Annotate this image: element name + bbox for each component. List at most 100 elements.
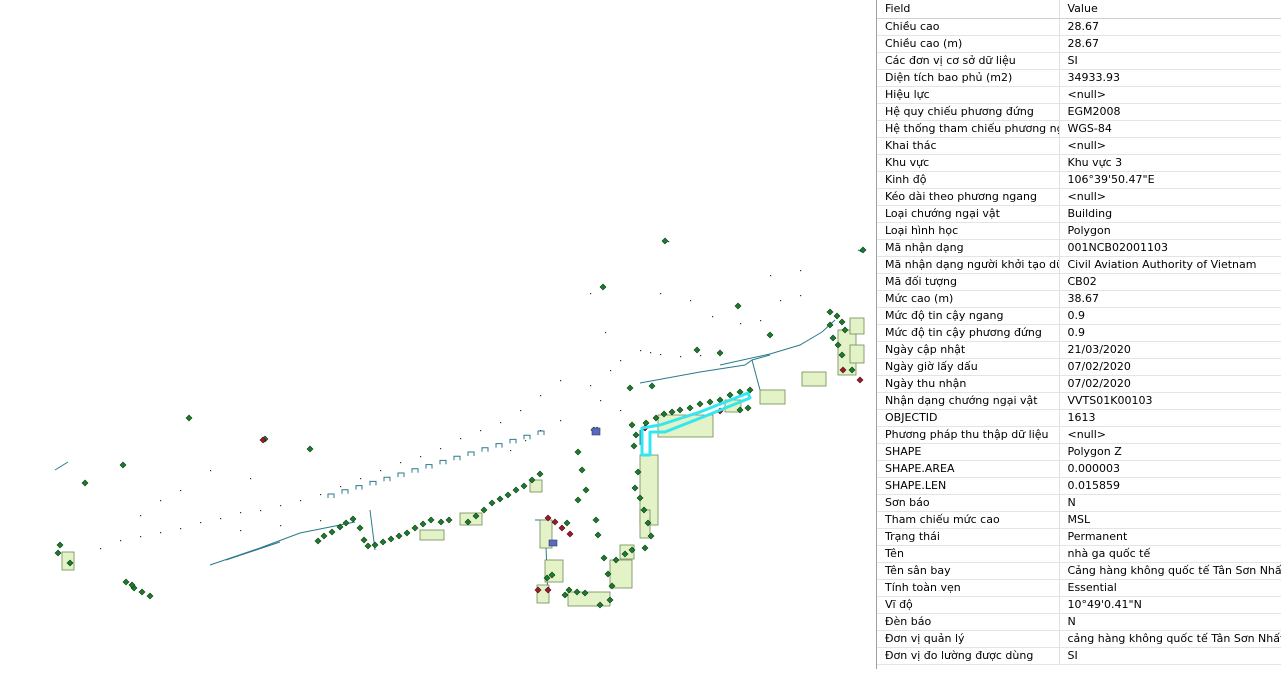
map-dot xyxy=(770,275,772,277)
attribute-value[interactable]: 07/02/2020 xyxy=(1058,375,1281,393)
attribute-row[interactable]: Mức cao (m) 38.67 xyxy=(877,290,1281,308)
attribute-row[interactable]: Phương pháp thu thập dữ liệu <null> xyxy=(877,426,1281,444)
map-view[interactable] xyxy=(0,0,876,669)
map-dot xyxy=(280,505,282,507)
attribute-value[interactable]: <null> xyxy=(1058,86,1281,104)
attribute-row[interactable]: Sơn báo N xyxy=(877,494,1281,512)
attribute-value[interactable]: SI xyxy=(1058,52,1281,70)
attribute-value[interactable]: cảng hàng không quốc tế Tân Sơn Nhất xyxy=(1058,630,1281,648)
attribute-value[interactable]: N xyxy=(1058,494,1281,512)
attribute-value[interactable]: <null> xyxy=(1058,137,1281,155)
attribute-value[interactable]: MSL xyxy=(1058,511,1281,529)
attribute-row[interactable]: Kéo dài theo phương ngang <null> xyxy=(877,188,1281,206)
attribute-row[interactable]: SHAPE.LEN 0.015859 xyxy=(877,477,1281,495)
attribute-value[interactable]: Cảng hàng không quốc tế Tân Sơn Nhất xyxy=(1058,562,1281,580)
attribute-value[interactable]: nhà ga quốc tế xyxy=(1058,545,1281,563)
attribute-value[interactable]: Civil Aviation Authority of Vietnam xyxy=(1058,256,1281,274)
attribute-value[interactable]: <null> xyxy=(1058,426,1281,444)
attribute-row[interactable]: Hệ quy chiếu phương đứng EGM2008 xyxy=(877,103,1281,121)
attribute-value[interactable]: CB02 xyxy=(1058,273,1281,291)
attribute-value[interactable]: 0.015859 xyxy=(1058,477,1281,495)
attribute-row[interactable]: Mã đối tượng CB02 xyxy=(877,273,1281,291)
attribute-row[interactable]: Đèn báo N xyxy=(877,613,1281,631)
attribute-value[interactable]: <null> xyxy=(1058,188,1281,206)
attribute-value[interactable]: Building xyxy=(1058,205,1281,223)
attribute-row[interactable]: Đơn vị đo lường được dùng SI xyxy=(877,647,1281,665)
map-dots xyxy=(100,241,802,550)
map-tree-marker xyxy=(561,591,569,599)
attribute-value[interactable]: EGM2008 xyxy=(1058,103,1281,121)
map-tree-marker xyxy=(766,331,774,339)
attribute-row[interactable]: Mức độ tin cậy ngang 0.9 xyxy=(877,307,1281,325)
attribute-row[interactable]: Ngày giờ lấy dấu 07/02/2020 xyxy=(877,358,1281,376)
map-tree-marker xyxy=(356,524,364,532)
attribute-value[interactable]: Khu vực 3 xyxy=(1058,154,1281,172)
attribute-value[interactable]: SI xyxy=(1058,647,1281,665)
map-tree-marker xyxy=(403,529,411,537)
attribute-row[interactable]: Mức độ tin cậy phương đứng 0.9 xyxy=(877,324,1281,342)
attribute-value[interactable]: WGS-84 xyxy=(1058,120,1281,138)
attribute-row[interactable]: Hệ thống tham chiếu phương ngangWGS-84 xyxy=(877,120,1281,138)
map-tree-marker xyxy=(411,524,419,532)
attribute-row[interactable]: Khai thác <null> xyxy=(877,137,1281,155)
attribute-value[interactable]: 38.67 xyxy=(1058,290,1281,308)
attribute-value[interactable]: Essential xyxy=(1058,579,1281,597)
attribute-value[interactable]: 34933.93 xyxy=(1058,69,1281,87)
attribute-value[interactable]: Polygon xyxy=(1058,222,1281,240)
attribute-field: Hiệu lực xyxy=(877,86,1059,104)
attribute-value[interactable]: 28.67 xyxy=(1058,18,1281,36)
attribute-row[interactable]: Ngày thu nhận 07/02/2020 xyxy=(877,375,1281,393)
map-dot xyxy=(140,536,142,538)
value-column-header[interactable]: Value xyxy=(1058,0,1281,19)
attribute-value[interactable]: 001NCB02001103 xyxy=(1058,239,1281,257)
attribute-value[interactable]: N xyxy=(1058,613,1281,631)
attribute-row[interactable]: Tham chiếu mức cao MSL xyxy=(877,511,1281,529)
map-dot xyxy=(280,525,282,527)
attribute-row[interactable]: SHAPE Polygon Z xyxy=(877,443,1281,461)
attribute-value[interactable]: 0.000003 xyxy=(1058,460,1281,478)
attribute-value[interactable]: 10°49'0.41"N xyxy=(1058,596,1281,614)
attribute-row[interactable]: Chiều cao 28.67 xyxy=(877,18,1281,36)
map-dot xyxy=(120,540,122,542)
attribute-row[interactable]: Vĩ độ 10°49'0.41"N xyxy=(877,596,1281,614)
attribute-field: Vĩ độ xyxy=(877,596,1059,614)
map-tree-marker xyxy=(520,482,528,490)
attribute-row[interactable]: Ngày cập nhật 21/03/2020 xyxy=(877,341,1281,359)
attribute-row[interactable]: SHAPE.AREA 0.000003 xyxy=(877,460,1281,478)
attribute-value[interactable]: VVTS01K00103 xyxy=(1058,392,1281,410)
attribute-row[interactable]: Tính toàn vẹn Essential xyxy=(877,579,1281,597)
attribute-row[interactable]: Kinh độ 106°39'50.47"E xyxy=(877,171,1281,189)
attribute-value[interactable]: 106°39'50.47"E xyxy=(1058,171,1281,189)
attribute-row[interactable]: Hiệu lực <null> xyxy=(877,86,1281,104)
attribute-row[interactable]: Trạng thái Permanent xyxy=(877,528,1281,546)
attribute-row[interactable]: Các đơn vị cơ sở dữ liệu SI xyxy=(877,52,1281,70)
attribute-value[interactable]: 1613 xyxy=(1058,409,1281,427)
attribute-value[interactable]: 0.9 xyxy=(1058,324,1281,342)
attribute-row[interactable]: Tên sân bay Cảng hàng không quốc tế Tân S… xyxy=(877,562,1281,580)
attribute-row[interactable]: Chiều cao (m) 28.67 xyxy=(877,35,1281,53)
attribute-row[interactable]: Mã nhận dạng người khởi tạo dữ liệuCivil… xyxy=(877,256,1281,274)
attribute-row[interactable]: Diện tích bao phủ (m2) 34933.93 xyxy=(877,69,1281,87)
attribute-row[interactable]: Loại chướng ngại vật Building xyxy=(877,205,1281,223)
field-column-header[interactable]: Field xyxy=(877,0,1059,19)
attribute-value[interactable]: 07/02/2020 xyxy=(1058,358,1281,376)
map-dot xyxy=(180,490,182,492)
attribute-value[interactable]: Permanent xyxy=(1058,528,1281,546)
attribute-row[interactable]: Đơn vị quản lý cảng hàng không quốc tế Tâ… xyxy=(877,630,1281,648)
attribute-row[interactable]: Loại hình học Polygon xyxy=(877,222,1281,240)
map-tree-marker xyxy=(628,421,636,429)
attribute-value[interactable]: 21/03/2020 xyxy=(1058,341,1281,359)
attribute-row[interactable]: Mã nhận dạng 001NCB02001103 xyxy=(877,239,1281,257)
attribute-value[interactable]: 0.9 xyxy=(1058,307,1281,325)
map-building xyxy=(849,317,865,335)
map-canvas[interactable] xyxy=(0,0,876,669)
attribute-value[interactable]: 28.67 xyxy=(1058,35,1281,53)
map-dot xyxy=(560,380,562,382)
map-dot xyxy=(260,510,262,512)
attribute-row[interactable]: OBJECTID 1613 xyxy=(877,409,1281,427)
attribute-row[interactable]: Tên nhà ga quốc tế xyxy=(877,545,1281,563)
attribute-row[interactable]: Khu vực Khu vực 3 xyxy=(877,154,1281,172)
attribute-field: OBJECTID xyxy=(877,409,1059,427)
attribute-value[interactable]: Polygon Z xyxy=(1058,443,1281,461)
attribute-row[interactable]: Nhận dạng chướng ngại vật VVTS01K00103 xyxy=(877,392,1281,410)
